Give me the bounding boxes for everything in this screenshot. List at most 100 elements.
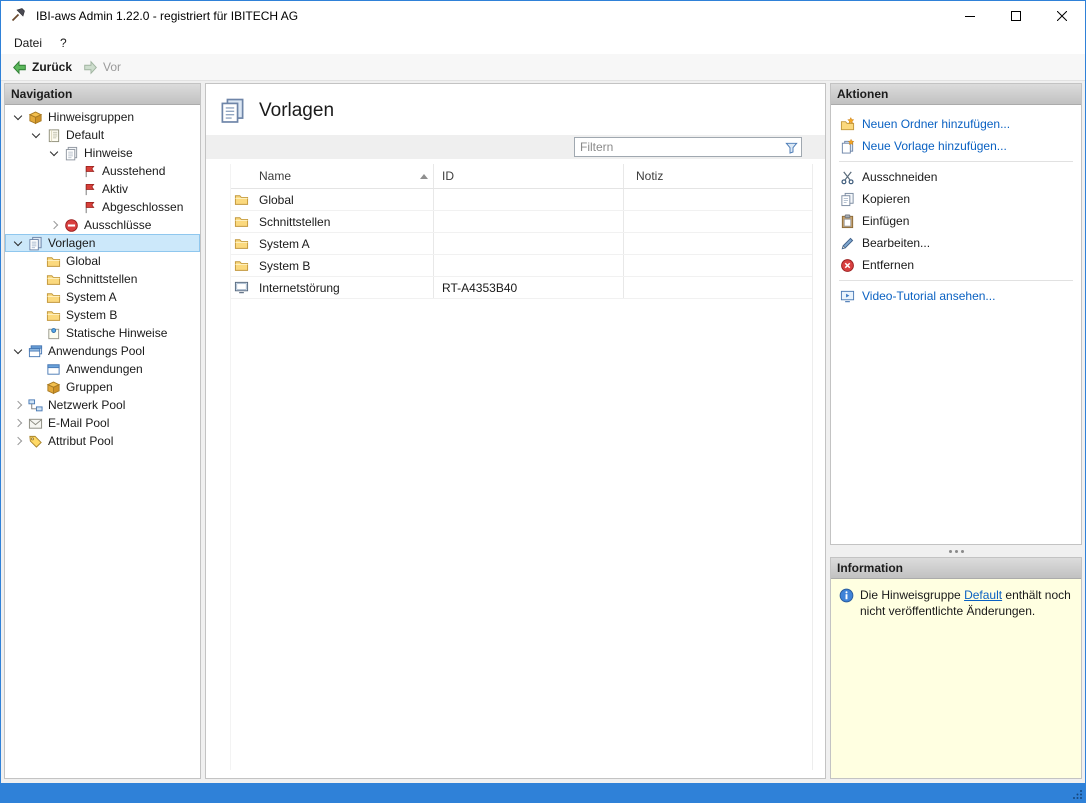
toolbar: Zurück Vor [1, 54, 1085, 81]
chevron-spacer [29, 307, 44, 323]
table-header-row: Name ID Notiz [231, 164, 812, 189]
nav-item-vorlagen[interactable]: Vorlagen [5, 234, 200, 252]
divider [839, 161, 1073, 162]
tag-icon [26, 434, 45, 449]
chevron-collapsed-icon[interactable] [11, 433, 26, 449]
edit-icon [840, 236, 855, 251]
nav-item-anwendungen[interactable]: Anwendungen [5, 360, 200, 378]
nav-item-email-pool[interactable]: E-Mail Pool [5, 414, 200, 432]
nav-item-statische-hinweise[interactable]: Statische Hinweise [5, 324, 200, 342]
cell-notiz [623, 255, 812, 276]
nav-item-ausstehend[interactable]: Ausstehend [5, 162, 200, 180]
nav-item-attribut-pool[interactable]: Attribut Pool [5, 432, 200, 450]
splitter-handle[interactable] [830, 545, 1082, 557]
nav-item-label: System B [63, 308, 120, 322]
nav-item-system-a[interactable]: System A [5, 288, 200, 306]
action-label: Video-Tutorial ansehen... [862, 289, 995, 303]
nav-item-abgeschlossen[interactable]: Abgeschlossen [5, 198, 200, 216]
page-title: Vorlagen [259, 100, 334, 122]
chevron-expanded-icon[interactable] [47, 145, 62, 161]
nav-item-label: Anwendungs Pool [45, 344, 148, 358]
action-paste[interactable]: Einfügen [831, 210, 1081, 232]
chevron-expanded-icon[interactable] [29, 127, 44, 143]
nav-item-system-b[interactable]: System B [5, 306, 200, 324]
cell-id [433, 211, 623, 232]
action-label: Ausschneiden [862, 170, 937, 184]
template-icon [234, 280, 249, 295]
table-row[interactable]: Global [231, 189, 812, 211]
nav-item-hinweise[interactable]: Hinweise [5, 144, 200, 162]
close-button[interactable] [1039, 1, 1085, 31]
navigation-tree: Hinweisgruppen Default Hinweise Ausstehe… [5, 105, 200, 778]
actions-header: Aktionen [831, 84, 1081, 105]
back-button[interactable]: Zurück [8, 58, 79, 77]
network-icon [26, 398, 45, 413]
action-remove[interactable]: Entfernen [831, 254, 1081, 276]
actions-panel: Aktionen Neuen Ordner hinzufügen... Neue… [830, 83, 1082, 545]
action-label: Neue Vorlage hinzufügen... [862, 139, 1007, 153]
notebook-icon [44, 128, 63, 143]
column-header-notiz[interactable]: Notiz [623, 164, 812, 188]
cell-notiz [623, 233, 812, 254]
chevron-collapsed-icon[interactable] [11, 415, 26, 431]
nav-item-label: Anwendungen [63, 362, 146, 376]
chevron-expanded-icon[interactable] [11, 109, 26, 125]
nav-item-global[interactable]: Global [5, 252, 200, 270]
default-link[interactable]: Default [964, 588, 1002, 602]
templates-icon [219, 97, 246, 124]
menu-help[interactable]: ? [51, 33, 76, 53]
table-row[interactable]: System B [231, 255, 812, 277]
close-icon [1057, 11, 1067, 21]
email-icon [26, 416, 45, 431]
minimize-button[interactable] [947, 1, 993, 31]
remove-icon [840, 258, 855, 273]
filter-icon[interactable] [781, 140, 801, 155]
nav-item-ausschluesse[interactable]: Ausschlüsse [5, 216, 200, 234]
resize-grip[interactable] [1072, 789, 1083, 800]
folder-icon [44, 290, 63, 305]
maximize-button[interactable] [993, 1, 1039, 31]
pending-flag-icon [80, 164, 99, 179]
nav-item-netzwerk-pool[interactable]: Netzwerk Pool [5, 396, 200, 414]
action-video-tutorial[interactable]: Video-Tutorial ansehen... [831, 285, 1081, 307]
chevron-collapsed-icon[interactable] [47, 217, 62, 233]
table-row[interactable]: Internetstörung RT-A4353B40 [231, 277, 812, 299]
nav-item-default[interactable]: Default [5, 126, 200, 144]
chevron-collapsed-icon[interactable] [11, 397, 26, 413]
chevron-expanded-icon[interactable] [11, 343, 26, 359]
nav-item-label: Abgeschlossen [99, 200, 186, 214]
nav-item-aktiv[interactable]: Aktiv [5, 180, 200, 198]
main-title-row: Vorlagen [206, 84, 825, 135]
templates-table: Name ID Notiz Global Schnittstellen [230, 164, 813, 770]
active-flag-icon [80, 182, 99, 197]
action-label: Einfügen [862, 214, 909, 228]
action-edit[interactable]: Bearbeiten... [831, 232, 1081, 254]
filter-input[interactable] [575, 140, 781, 154]
nav-item-gruppen[interactable]: Gruppen [5, 378, 200, 396]
forward-button[interactable]: Vor [79, 58, 128, 77]
column-header-name[interactable]: Name [259, 164, 433, 188]
app-window-icon [44, 362, 63, 377]
filter-input-wrap [574, 137, 802, 157]
table-row[interactable]: System A [231, 233, 812, 255]
cell-id [433, 189, 623, 210]
column-header-id[interactable]: ID [433, 164, 623, 188]
nav-item-schnittstellen[interactable]: Schnittstellen [5, 270, 200, 288]
copy-icon [840, 192, 855, 207]
nav-item-anwendungs-pool[interactable]: Anwendungs Pool [5, 342, 200, 360]
action-cut[interactable]: Ausschneiden [831, 166, 1081, 188]
action-new-template[interactable]: Neue Vorlage hinzufügen... [831, 135, 1081, 157]
navigation-panel: Navigation Hinweisgruppen Default Hinwei… [4, 83, 201, 779]
table-row[interactable]: Schnittstellen [231, 211, 812, 233]
window-title: IBI-aws Admin 1.22.0 - registriert für I… [36, 9, 298, 23]
video-icon [840, 289, 855, 304]
chevron-expanded-icon[interactable] [11, 235, 26, 251]
nav-item-label: Attribut Pool [45, 434, 116, 448]
no-entry-icon [62, 218, 81, 233]
nav-item-hinweisgruppen[interactable]: Hinweisgruppen [5, 108, 200, 126]
nav-item-label: Ausschlüsse [81, 218, 154, 232]
action-copy[interactable]: Kopieren [831, 188, 1081, 210]
new-folder-icon [840, 117, 855, 132]
action-new-folder[interactable]: Neuen Ordner hinzufügen... [831, 113, 1081, 135]
menu-datei[interactable]: Datei [5, 33, 51, 53]
